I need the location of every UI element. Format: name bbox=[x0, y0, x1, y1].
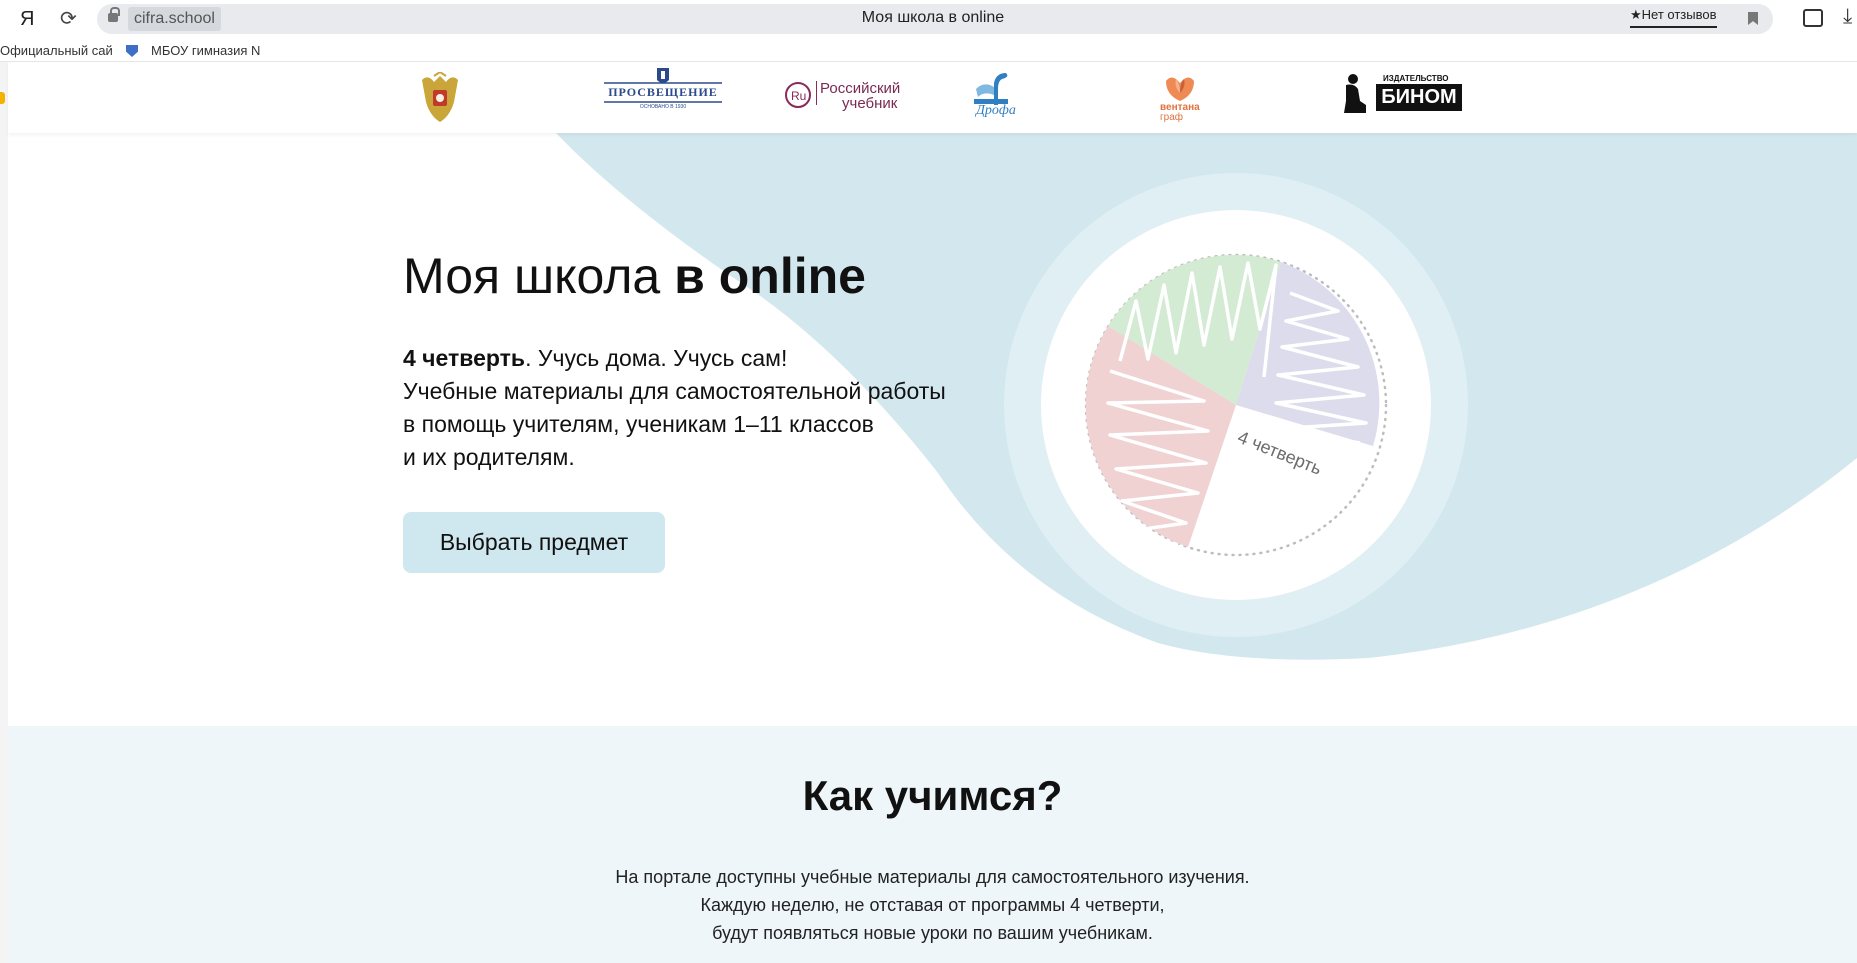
thinker-figure-icon bbox=[1344, 74, 1366, 113]
prosveshchenie-sub: ОСНОВАНО В 1930 bbox=[639, 104, 687, 110]
side-marker bbox=[0, 92, 5, 104]
page-left-edge bbox=[0, 62, 8, 963]
hero-lead-rest: . Учусь дома. Учусь сам! bbox=[525, 345, 788, 371]
bookmark-gymnasium[interactable]: МБОУ гимназия N bbox=[151, 43, 260, 58]
ventana-graf-logo[interactable]: вентана граф bbox=[1152, 69, 1212, 123]
browser-toolbar: Я ⟳ cifra.school Моя школа в online ★Нет… bbox=[0, 0, 1857, 38]
how-description: На портале доступны учебные материалы дл… bbox=[8, 863, 1857, 947]
how-line-2: Каждую неделю, не отставая от программы … bbox=[700, 895, 1165, 915]
prosveshchenie-name: ПРОСВЕЩЕНИЕ bbox=[608, 85, 718, 99]
ministry-emblem-logo[interactable] bbox=[416, 70, 464, 130]
prosveshchenie-logo[interactable]: ПРОСВЕЩЕНИЕ ОСНОВАНО В 1930 bbox=[602, 68, 724, 116]
drofa-bird-icon bbox=[974, 73, 1008, 105]
choose-subject-button[interactable]: Выбрать предмет bbox=[403, 512, 665, 573]
page-title: Моя школа в online bbox=[861, 9, 1005, 26]
ventana-flower-icon bbox=[1166, 77, 1194, 101]
hero-line-4: и их родителям. bbox=[403, 444, 575, 470]
chat-icon[interactable] bbox=[1803, 9, 1823, 27]
russian-textbook-logo[interactable]: Ru Российский учебник bbox=[784, 75, 914, 115]
partners-bar: ПРОСВЕЩЕНИЕ ОСНОВАНО В 1930 Ru Российски… bbox=[8, 63, 1857, 133]
ventana-line2: граф bbox=[1160, 112, 1183, 123]
how-line-3: будут появляться новые уроки по вашим уч… bbox=[712, 923, 1153, 943]
hero-line-3: в помощь учителям, ученикам 1–11 классов bbox=[403, 411, 874, 437]
drofa-name: Дрофа bbox=[976, 103, 1016, 118]
binom-small: ИЗДАТЕЛЬСТВО bbox=[1383, 74, 1449, 83]
hero-description: 4 четверть. Учусь дома. Учусь сам! Учебн… bbox=[403, 342, 946, 474]
how-title: Как учимся? bbox=[802, 772, 1063, 819]
hero-line-2: Учебные материалы для самостоятельной ра… bbox=[403, 378, 946, 404]
hero-line-1: 4 четверть. Учусь дома. Учусь сам! bbox=[403, 342, 946, 375]
download-icon[interactable]: ⤓ bbox=[1843, 4, 1852, 29]
hero-title-bold: в online bbox=[674, 248, 866, 304]
bookmarks-bar: Официальный сай МБОУ гимназия N bbox=[0, 38, 1857, 62]
shield-icon bbox=[126, 45, 138, 57]
reviews-button[interactable]: ★Нет отзывов bbox=[1630, 7, 1717, 28]
how-we-study-section: Как учимся? На портале доступны учебные … bbox=[8, 726, 1857, 963]
ru-circle-icon: Ru bbox=[785, 82, 811, 108]
binom-name: БИНОМ bbox=[1376, 84, 1462, 111]
ru-line2: учебник bbox=[842, 95, 898, 112]
bookmark-official-site[interactable]: Официальный сай bbox=[0, 43, 113, 58]
eagle-emblem-icon bbox=[422, 70, 458, 122]
hero-title-regular: Моя школа bbox=[403, 248, 675, 304]
binom-logo[interactable]: ИЗДАТЕЛЬСТВО БИНОМ bbox=[1338, 73, 1468, 115]
hero-section: 4 четверть Моя школа в online 4 четверть… bbox=[8, 133, 1857, 726]
hero-title: Моя школа в online bbox=[403, 247, 866, 305]
svg-text:Ru: Ru bbox=[791, 89, 806, 103]
drofa-logo[interactable]: Дрофа bbox=[966, 69, 1020, 121]
how-line-1: На портале доступны учебные материалы дл… bbox=[615, 867, 1250, 887]
hero-lead-bold: 4 четверть bbox=[403, 345, 526, 371]
